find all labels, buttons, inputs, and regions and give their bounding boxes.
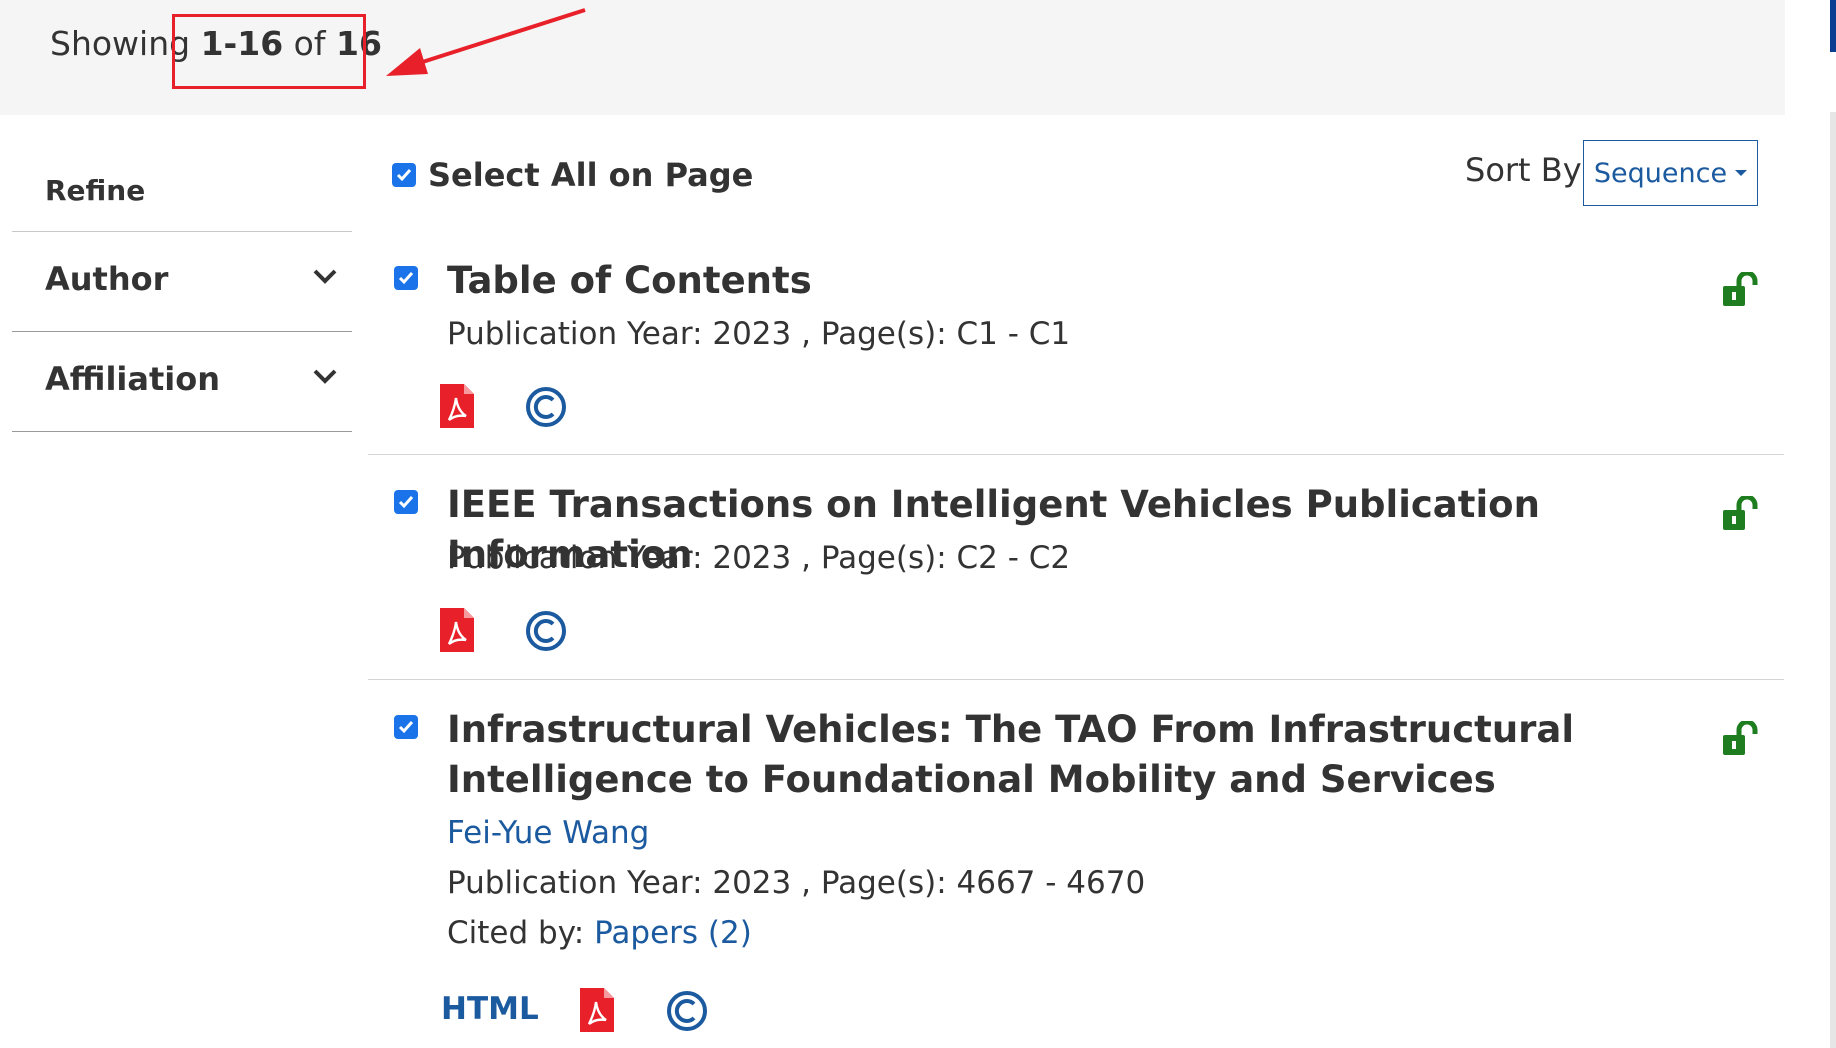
select-all-label: Select All on Page (428, 156, 754, 194)
sort-dropdown[interactable]: Sequence (1583, 140, 1758, 206)
html-view-link[interactable]: HTML (441, 991, 539, 1027)
open-access-lock-icon (1723, 496, 1758, 530)
copyright-icon[interactable] (525, 386, 567, 428)
result-item: Infrastructural Vehicles: The TAO From I… (368, 679, 1784, 1048)
facet-author[interactable]: Author (12, 232, 352, 332)
refine-heading: Refine (12, 150, 352, 232)
pdf-icon[interactable] (580, 988, 614, 1032)
chevron-down-icon (313, 369, 337, 384)
result-cited-by: Cited by: Papers (2) (447, 915, 752, 951)
scrollbar-accent (1830, 0, 1836, 52)
sort-by-label: Sort By (1465, 151, 1582, 189)
facet-affiliation[interactable]: Affiliation (12, 332, 352, 432)
result-checkbox[interactable] (394, 490, 418, 514)
result-meta: Publication Year: 2023 , Page(s): C2 - C… (447, 540, 1071, 576)
annotation-arrow-icon (386, 8, 586, 76)
result-item: Table of Contents Publication Year: 2023… (368, 230, 1784, 455)
result-author-link[interactable]: Fei-Yue Wang (447, 815, 649, 851)
copyright-icon[interactable] (525, 610, 567, 652)
pdf-icon[interactable] (440, 384, 474, 428)
result-checkbox[interactable] (394, 715, 418, 739)
result-meta: Publication Year: 2023 , Page(s): 4667 -… (447, 865, 1146, 901)
caret-down-icon (1735, 170, 1748, 176)
chevron-down-icon (313, 269, 337, 284)
copyright-icon[interactable] (666, 990, 708, 1032)
sort-value: Sequence (1593, 157, 1728, 189)
result-meta: Publication Year: 2023 , Page(s): C1 - C… (447, 316, 1071, 352)
result-item: IEEE Transactions on Intelligent Vehicle… (368, 454, 1784, 680)
facet-label: Author (45, 260, 169, 298)
cited-papers-link[interactable]: Papers (2) (594, 915, 752, 951)
annotation-highlight-box (172, 14, 366, 89)
select-all-checkbox[interactable] (392, 163, 416, 187)
select-all-on-page[interactable]: Select All on Page (392, 156, 753, 194)
refine-sidebar: Refine Author Affiliation (12, 150, 352, 432)
open-access-lock-icon (1723, 721, 1758, 755)
facet-label: Affiliation (45, 360, 221, 398)
pdf-icon[interactable] (440, 608, 474, 652)
result-checkbox[interactable] (394, 266, 418, 290)
open-access-lock-icon (1723, 272, 1758, 306)
result-title[interactable]: Table of Contents (447, 256, 1677, 306)
results-count-bar: Showing 1-16 of 16 (0, 0, 1785, 115)
result-title[interactable]: Infrastructural Vehicles: The TAO From I… (447, 705, 1707, 805)
scrollbar-track[interactable] (1830, 112, 1836, 1048)
